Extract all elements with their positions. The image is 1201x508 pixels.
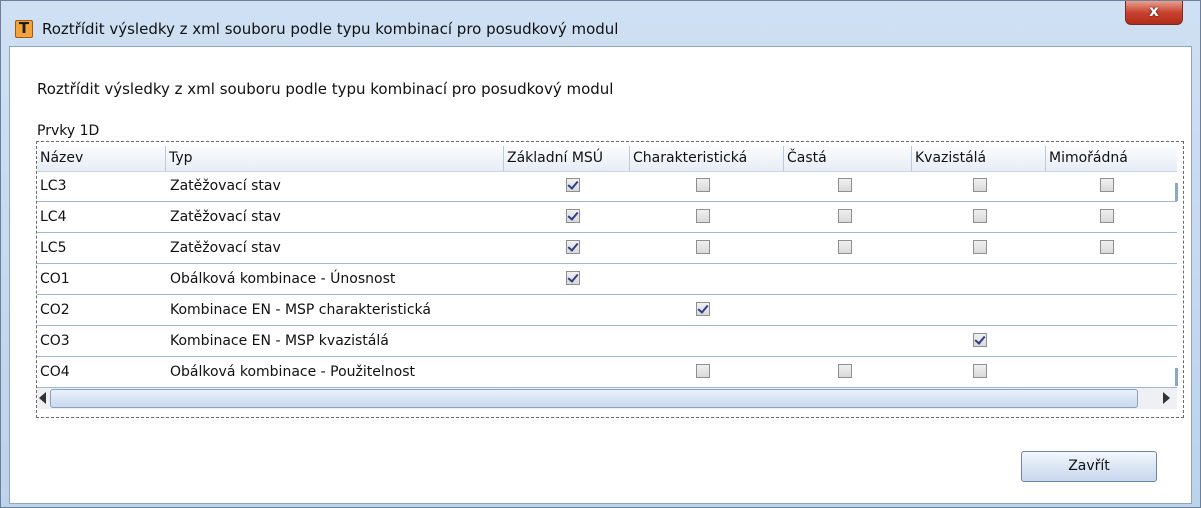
- cell-type: Obálková kombinace - Použitelnost: [170, 364, 415, 380]
- checkbox[interactable]: [1100, 240, 1114, 254]
- vertical-scroll-marker: [1175, 183, 1178, 201]
- checkbox[interactable]: [838, 209, 852, 223]
- checkbox[interactable]: [973, 364, 987, 378]
- checkbox[interactable]: [1100, 178, 1114, 192]
- checkbox[interactable]: [566, 240, 580, 254]
- cell-type: Zatěžovací stav: [170, 209, 281, 225]
- column-header-basic-uls[interactable]: Základní MSÚ: [504, 146, 630, 171]
- scrollbar-thumb[interactable]: [50, 389, 1138, 408]
- cell-type: Kombinace EN - MSP kvazistálá: [170, 333, 389, 349]
- checkbox[interactable]: [973, 209, 987, 223]
- table-row[interactable]: CO4 Obálková kombinace - Použitelnost: [37, 357, 1177, 388]
- dialog-description: Roztřídit výsledky z xml souboru podle t…: [37, 80, 614, 98]
- cell-type: Zatěžovací stav: [170, 178, 281, 194]
- close-button[interactable]: Zavřít: [1021, 451, 1157, 482]
- app-icon: T: [15, 19, 33, 38]
- group-label: Prvky 1D: [37, 123, 100, 139]
- checkbox[interactable]: [696, 364, 710, 378]
- grid-header: Název Typ Základní MSÚ Charakteristická …: [37, 146, 1177, 172]
- cell-name: LC3: [40, 178, 67, 194]
- checkbox[interactable]: [696, 240, 710, 254]
- title-bar[interactable]: T Roztřídit výsledky z xml souboru podle…: [1, 1, 1200, 46]
- column-header-quasi-permanent[interactable]: Kvazistálá: [912, 146, 1046, 171]
- checkbox[interactable]: [973, 240, 987, 254]
- checkbox[interactable]: [566, 271, 580, 285]
- cell-type: Kombinace EN - MSP charakteristická: [170, 302, 431, 318]
- checkbox[interactable]: [838, 178, 852, 192]
- horizontal-scrollbar[interactable]: [37, 388, 1177, 409]
- table-row[interactable]: LC3 Zatěžovací stav: [37, 171, 1177, 202]
- scroll-right-icon[interactable]: [1163, 392, 1170, 404]
- cell-type: Zatěžovací stav: [170, 240, 281, 256]
- checkbox[interactable]: [838, 240, 852, 254]
- checkbox[interactable]: [566, 178, 580, 192]
- window-close-button[interactable]: x: [1125, 1, 1183, 25]
- table-row[interactable]: CO3 Kombinace EN - MSP kvazistálá: [37, 326, 1177, 357]
- cell-name: CO1: [40, 271, 70, 287]
- table-row[interactable]: LC5 Zatěžovací stav: [37, 233, 1177, 264]
- checkbox[interactable]: [696, 209, 710, 223]
- cell-type: Obálková kombinace - Únosnost: [170, 271, 396, 287]
- column-header-name[interactable]: Název: [37, 146, 166, 171]
- scroll-left-icon[interactable]: [39, 392, 46, 404]
- column-header-accidental[interactable]: Mimořádná: [1046, 146, 1177, 171]
- table-row[interactable]: LC4 Zatěžovací stav: [37, 202, 1177, 233]
- checkbox[interactable]: [1100, 209, 1114, 223]
- checkbox[interactable]: [696, 302, 710, 316]
- cell-name: CO2: [40, 302, 70, 318]
- checkbox[interactable]: [973, 178, 987, 192]
- cell-name: LC5: [40, 240, 67, 256]
- table-row[interactable]: CO1 Obálková kombinace - Únosnost: [37, 264, 1177, 295]
- checkbox[interactable]: [696, 178, 710, 192]
- close-icon: x: [1149, 2, 1159, 20]
- app-icon-letter: T: [18, 19, 30, 37]
- vertical-scroll-marker: [1175, 368, 1178, 386]
- checkbox[interactable]: [838, 364, 852, 378]
- column-header-type[interactable]: Typ: [166, 146, 504, 171]
- table-row[interactable]: CO2 Kombinace EN - MSP charakteristická: [37, 295, 1177, 326]
- checkbox[interactable]: [973, 333, 987, 347]
- cell-name: CO3: [40, 333, 70, 349]
- window-title: Roztřídit výsledky z xml souboru podle t…: [42, 20, 619, 38]
- cell-name: CO4: [40, 364, 70, 380]
- checkbox[interactable]: [566, 209, 580, 223]
- column-header-characteristic[interactable]: Charakteristická: [630, 146, 784, 171]
- cell-name: LC4: [40, 209, 67, 225]
- column-header-frequent[interactable]: Častá: [784, 146, 912, 171]
